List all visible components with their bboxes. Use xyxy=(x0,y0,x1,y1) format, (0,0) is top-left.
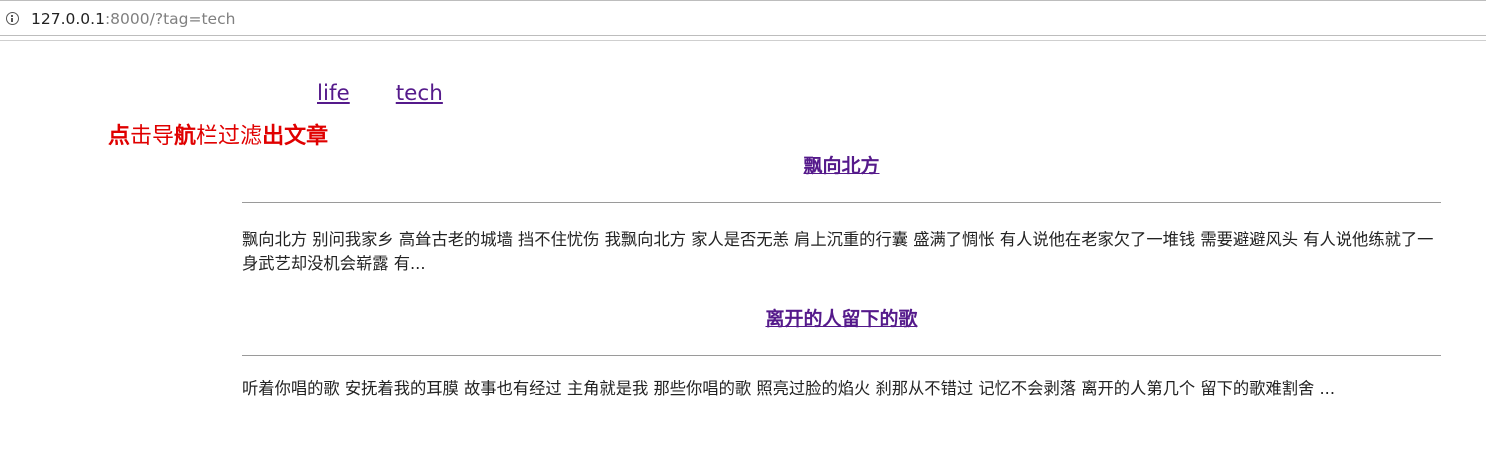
hint-part: 击导 xyxy=(130,124,175,149)
nav-link-life[interactable]: life xyxy=(317,81,350,106)
url-path: :8000/?tag=tech xyxy=(104,10,236,28)
hint-part: 出文章 xyxy=(262,124,329,149)
hint-part: 点 xyxy=(108,124,131,149)
hint-part: 栏过滤 xyxy=(196,124,263,149)
article-excerpt: 飘向北方 别问我家乡 高耸古老的城墙 挡不住忧伤 我飘向北方 家人是否无恙 肩上… xyxy=(242,230,1434,273)
article-excerpt: 听着你唱的歌 安抚着我的耳膜 故事也有经过 主角就是我 那些你唱的歌 照亮过脸的… xyxy=(242,379,1336,398)
article-divider xyxy=(242,202,1441,203)
nav-link-tech[interactable]: tech xyxy=(396,81,443,106)
url-text[interactable]: 127.0.0.1:8000/?tag=tech xyxy=(31,9,235,29)
article-card: 飘向北方 飘向北方 别问我家乡 高耸古老的城墙 挡不住忧伤 我飘向北方 家人是否… xyxy=(242,152,1441,276)
address-bar[interactable]: 127.0.0.1:8000/?tag=tech xyxy=(0,0,1486,36)
site-info-icon[interactable] xyxy=(6,12,19,25)
filter-hint: 点击导航栏过滤出文章 xyxy=(108,121,328,153)
article-title-link[interactable]: 飘向北方 xyxy=(242,152,1441,180)
hint-part: 航 xyxy=(174,124,197,149)
tag-nav: life tech xyxy=(317,79,489,109)
article-card: 离开的人留下的歌 听着你唱的歌 安抚着我的耳膜 故事也有经过 主角就是我 那些你… xyxy=(242,305,1441,401)
url-host: 127.0.0.1 xyxy=(31,10,105,28)
article-divider xyxy=(242,355,1441,356)
article-title-link[interactable]: 离开的人留下的歌 xyxy=(242,305,1441,333)
toolbar-divider xyxy=(0,40,1486,41)
